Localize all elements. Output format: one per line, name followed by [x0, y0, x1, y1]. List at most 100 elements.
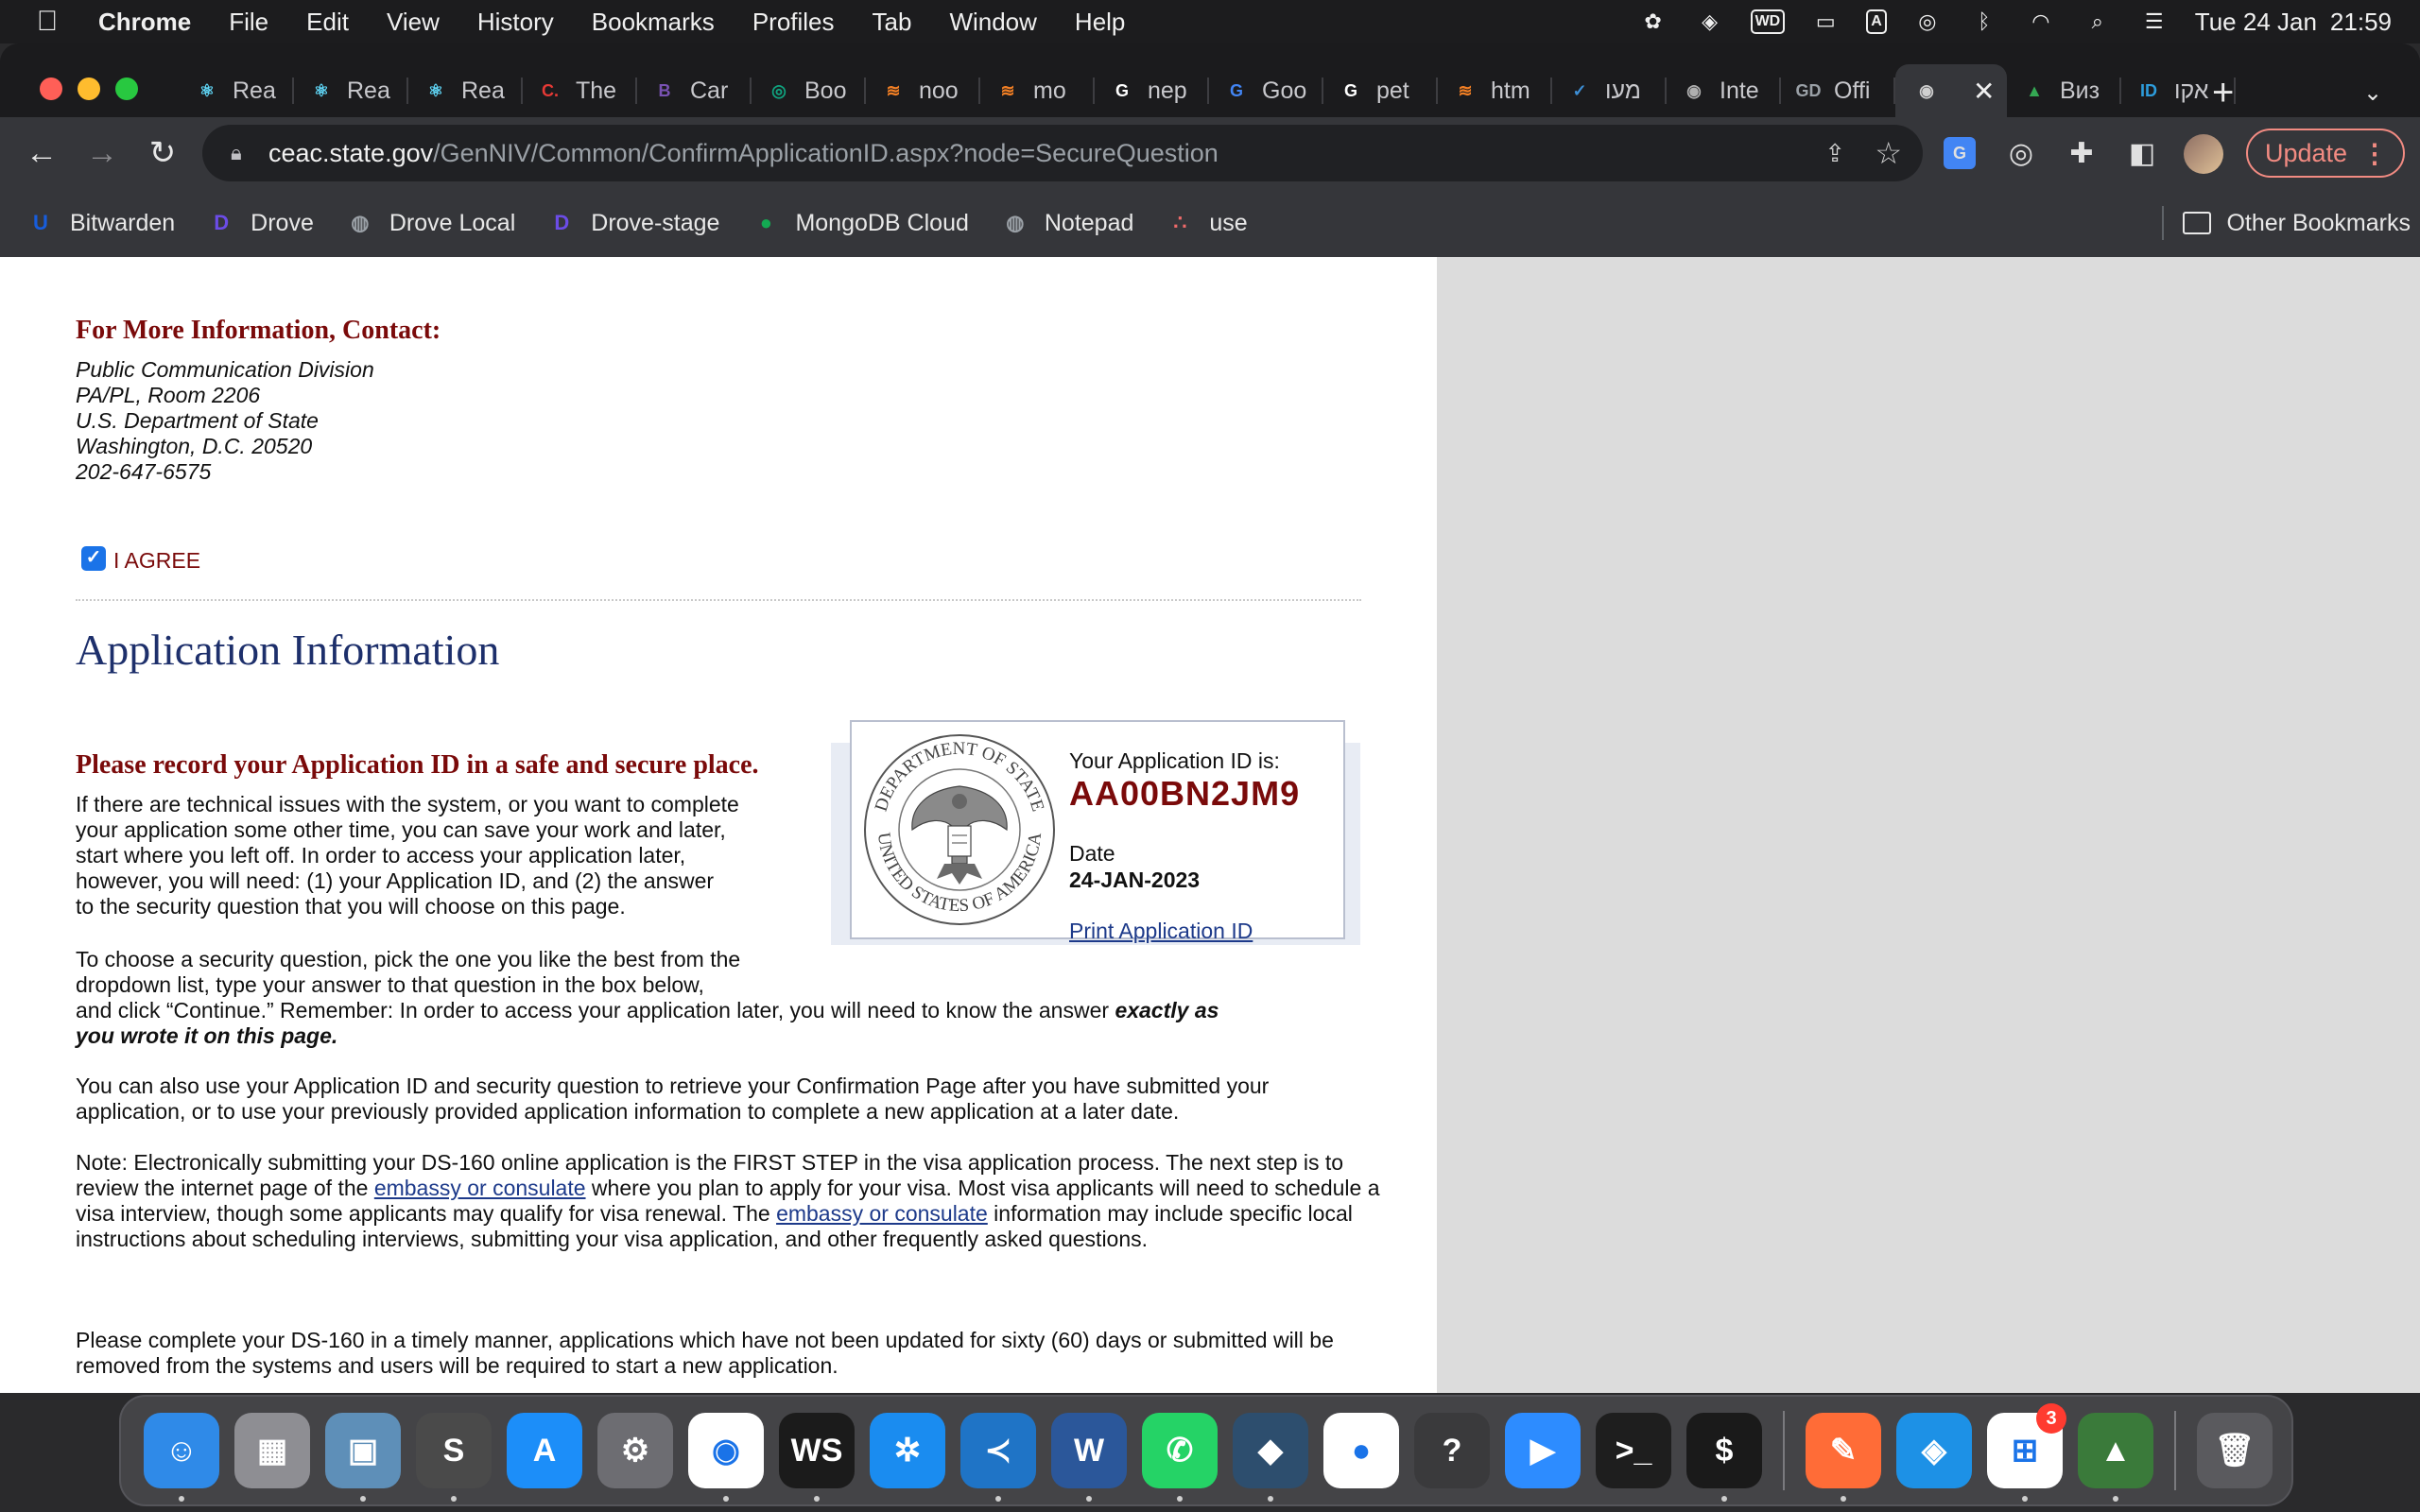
apple-menu-icon[interactable]: 	[0, 6, 95, 38]
new-tab-button[interactable]: +	[2212, 72, 2234, 114]
browser-tab[interactable]: C. The	[523, 64, 637, 117]
tab-search-chevron-icon[interactable]: ⌄	[2363, 79, 2382, 107]
browser-tab[interactable]: B Car	[637, 64, 752, 117]
control-center-icon[interactable]: ☰	[2138, 9, 2170, 35]
google-translate-extension-icon[interactable]: G	[1944, 137, 1976, 169]
menu-profiles[interactable]: Profiles	[734, 8, 854, 37]
finder-icon[interactable]: ☺	[144, 1413, 219, 1502]
mongodb-compass-icon[interactable]: ●	[1323, 1413, 1399, 1488]
browser-tab[interactable]: ≋ noo	[866, 64, 980, 117]
bookmark-item[interactable]: D Drove-stage	[547, 209, 719, 237]
app-store-icon[interactable]: A	[507, 1413, 582, 1488]
rocket-icon[interactable]: ▲	[2078, 1413, 2153, 1502]
agree-row[interactable]: ✓ I AGREE	[81, 542, 200, 574]
menu-history[interactable]: History	[458, 8, 573, 37]
menu-bookmarks[interactable]: Bookmarks	[573, 8, 734, 37]
browser-tab[interactable]: ✓ מעו	[1552, 64, 1667, 117]
menu-view[interactable]: View	[368, 8, 458, 37]
menu-edit[interactable]: Edit	[287, 8, 368, 37]
webstorm-icon[interactable]: WS	[779, 1413, 855, 1502]
browser-tab[interactable]: ≋ mo	[980, 64, 1095, 117]
browser-tab[interactable]: Gpet	[1323, 64, 1438, 117]
browser-tab[interactable]: GD Offi	[1781, 64, 1895, 117]
browser-tab[interactable]: ⚛ Rea	[408, 64, 523, 117]
menu-tab[interactable]: Tab	[854, 8, 931, 37]
menu-help[interactable]: Help	[1056, 8, 1144, 37]
docker-status-icon[interactable]: ◈	[1694, 9, 1726, 35]
share-icon[interactable]: ⇪	[1824, 139, 1845, 168]
launchpad-icon[interactable]: ▦	[234, 1413, 310, 1488]
battery-icon[interactable]: ▭	[1809, 9, 1841, 35]
window-maximize-button[interactable]	[115, 77, 138, 100]
chrome-icon[interactable]: ◉	[688, 1413, 764, 1502]
window-minimize-button[interactable]	[78, 77, 100, 100]
reload-button[interactable]: ↻	[140, 130, 185, 176]
whatsapp-icon[interactable]: ✆	[1142, 1413, 1218, 1502]
browser-tab[interactable]: Gnep	[1095, 64, 1209, 117]
tab-label: noo	[919, 77, 959, 104]
intro-line: start where you left off. In order to ac…	[76, 843, 686, 868]
system-preferences-icon[interactable]: ⚙	[597, 1413, 673, 1488]
address-bar[interactable]: 🔒︎ ceac.state.gov /GenNIV/Common/Confirm…	[202, 125, 1923, 181]
browser-tab[interactable]: ≋ htm	[1438, 64, 1552, 117]
terminal-icon[interactable]: >_	[1596, 1413, 1671, 1488]
browser-tab[interactable]: ▲ Виз	[2007, 64, 2121, 117]
input-source-icon[interactable]: A	[1866, 9, 1887, 34]
update-button[interactable]: Update ⋮	[2246, 129, 2405, 178]
spotlight-search-icon[interactable]: ⌕	[2082, 9, 2114, 35]
extensions-puzzle-icon[interactable]: ✚	[2063, 134, 2100, 172]
browser-tab[interactable]: ⚛ Rea	[180, 64, 294, 117]
bookmark-item[interactable]: ◍ Drove Local	[346, 209, 515, 237]
bluetooth-icon[interactable]: ᛒ	[1968, 9, 2000, 35]
bookmark-item[interactable]: ● MongoDB Cloud	[752, 209, 969, 237]
menu-clock[interactable]: Tue 24 Jan 21:59	[2195, 8, 2392, 37]
browser-tab[interactable]: ◎ Boo	[752, 64, 866, 117]
bookmark-item[interactable]: ◍ Notepad	[1001, 209, 1133, 237]
menu-window[interactable]: Window	[930, 8, 1055, 37]
back-button[interactable]: ←	[19, 130, 64, 176]
sublime-text-icon[interactable]: S	[416, 1413, 492, 1502]
menu-file[interactable]: File	[210, 8, 287, 37]
bookmark-item[interactable]: ∴ use	[1166, 209, 1247, 237]
agree-checkbox[interactable]: ✓	[81, 545, 106, 571]
browser-tab[interactable]: ⚛ Rea	[294, 64, 408, 117]
zoom-icon[interactable]: ▶	[1505, 1413, 1581, 1488]
app-installer-icon[interactable]: ⊞ 3	[1987, 1403, 2066, 1502]
radar-extension-icon[interactable]: ◎	[2002, 134, 2040, 172]
airdrop-icon[interactable]: ◎	[1911, 9, 1944, 35]
menu-app-name[interactable]: Chrome	[95, 8, 210, 37]
forward-button[interactable]: →	[79, 130, 125, 176]
notification-app-icon[interactable]: ✿	[1637, 9, 1669, 35]
agree-label[interactable]: I AGREE	[113, 548, 200, 574]
help-icon[interactable]: ?	[1414, 1413, 1490, 1488]
bookmark-item[interactable]: D Drove	[207, 209, 314, 237]
embassy-consulate-link[interactable]: embassy or consulate	[776, 1201, 988, 1226]
vscode-icon[interactable]: ≺	[960, 1413, 1036, 1502]
safari-icon[interactable]: ✲	[870, 1413, 945, 1488]
tab-active[interactable]: ◉ ✕	[1895, 64, 2007, 117]
browser-tab[interactable]: ◉ Inte	[1667, 64, 1781, 117]
bookmark-star-icon[interactable]: ☆	[1875, 135, 1902, 171]
window-close-button[interactable]	[40, 77, 62, 100]
other-bookmarks-button[interactable]: Other Bookmarks	[2162, 206, 2411, 240]
bootstrap-icon: B	[658, 80, 671, 100]
preview-icon[interactable]: ▣	[325, 1413, 401, 1502]
profile-avatar[interactable]	[2184, 134, 2223, 174]
postman-icon[interactable]: ✎	[1806, 1413, 1881, 1502]
close-tab-icon[interactable]: ✕	[1973, 76, 1995, 107]
embassy-consulate-link[interactable]: embassy or consulate	[374, 1176, 586, 1200]
docker-icon[interactable]: ◈	[1896, 1413, 1972, 1488]
lock-icon[interactable]: 🔒︎	[231, 141, 251, 165]
word-icon[interactable]: W	[1051, 1413, 1127, 1502]
print-application-id-link[interactable]: Print Application ID	[1069, 919, 1253, 944]
wd-icon[interactable]: WD	[1750, 9, 1786, 34]
globe-icon: ◍	[351, 211, 370, 234]
wifi-icon[interactable]: ◠	[2025, 9, 2057, 35]
iterm-icon[interactable]: $	[1686, 1413, 1762, 1502]
trash-icon[interactable]: 🗑	[2197, 1413, 2273, 1488]
more-menu-icon[interactable]: ⋮	[2361, 138, 2388, 169]
mysql-workbench-icon[interactable]: ◆	[1233, 1413, 1308, 1502]
bookmark-item[interactable]: U Bitwarden	[26, 209, 175, 237]
browser-tab[interactable]: G Goo	[1209, 64, 1323, 117]
side-panel-icon[interactable]: ◧	[2123, 134, 2161, 172]
